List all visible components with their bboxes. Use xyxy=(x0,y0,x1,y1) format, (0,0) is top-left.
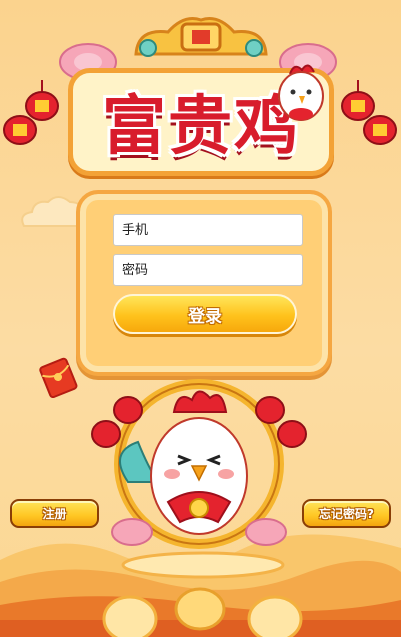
rooster-mascot-small-icon xyxy=(278,64,324,121)
gold-coins-decoration xyxy=(102,587,303,637)
password-input[interactable] xyxy=(113,254,303,286)
phone-input[interactable] xyxy=(113,214,303,246)
title-ornament xyxy=(134,17,268,57)
login-button[interactable]: 登录 xyxy=(113,294,297,334)
login-screen: 富贵鸡 登录 xyxy=(0,0,401,637)
register-button[interactable]: 注册 xyxy=(10,499,99,528)
lantern-right-icon xyxy=(341,80,397,145)
lantern-left-icon xyxy=(3,80,59,145)
forgot-password-button[interactable]: 忘记密码? xyxy=(302,499,391,528)
red-envelope-icon xyxy=(39,357,78,398)
rooster-mascot-illustration xyxy=(91,379,307,549)
